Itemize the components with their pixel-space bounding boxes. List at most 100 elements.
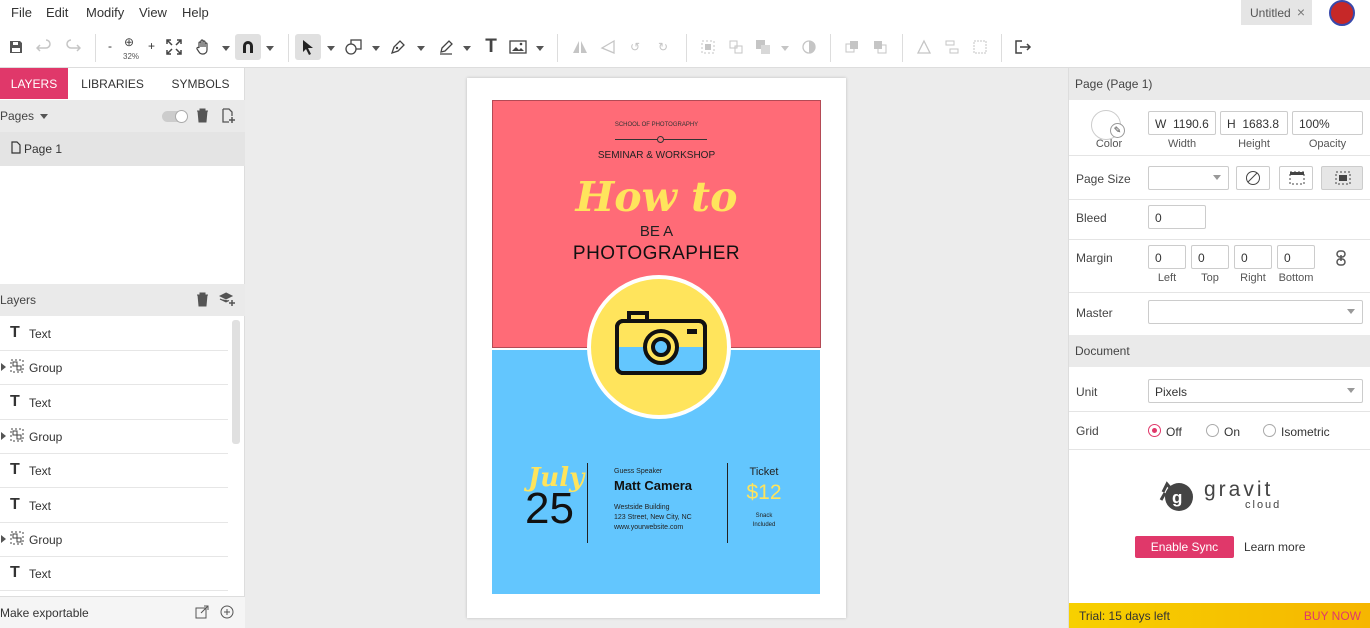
export-settings-icon[interactable] <box>195 605 209 622</box>
ungroup-icon[interactable] <box>726 37 746 57</box>
pages-toggle[interactable] <box>162 110 188 123</box>
poster-speaker-text[interactable]: Matt Camera <box>614 478 692 493</box>
page-item[interactable]: Page 1 <box>0 132 245 166</box>
make-exportable-label[interactable]: Make exportable <box>0 606 89 620</box>
poster-seminar-text[interactable]: SEMINAR & WORKSHOP <box>493 150 820 161</box>
margin-bottom-field[interactable]: 0 <box>1277 245 1315 269</box>
margin-left-field[interactable]: 0 <box>1148 245 1186 269</box>
close-tab-icon[interactable]: × <box>1297 4 1305 20</box>
poster-venue-text[interactable]: Westside Building <box>614 504 670 511</box>
pointer-tool-icon[interactable] <box>295 34 321 60</box>
width-field[interactable]: W 1190.6 <box>1148 111 1216 135</box>
menu-view[interactable]: View <box>139 5 167 20</box>
add-layer-icon[interactable] <box>218 292 235 310</box>
page-size-select[interactable] <box>1148 166 1229 190</box>
chevron-down-icon[interactable] <box>463 46 471 51</box>
add-export-icon[interactable] <box>220 605 234 622</box>
layer-row[interactable]: T Text <box>0 385 228 420</box>
export-icon[interactable] <box>1013 37 1033 57</box>
chevron-down-icon[interactable] <box>536 46 544 51</box>
layer-row[interactable]: T Text <box>0 557 228 592</box>
trash-icon[interactable] <box>196 292 209 310</box>
chevron-down-icon[interactable] <box>417 46 425 51</box>
zoom-icon[interactable]: ⊕ <box>124 35 140 49</box>
artboard-page[interactable]: SCHOOL OF PHOTOGRAPHY SEMINAR & WORKSHOP… <box>467 78 846 618</box>
fit-screen-icon[interactable] <box>164 37 184 57</box>
chevron-down-icon[interactable] <box>372 46 380 51</box>
layers-scrollbar[interactable] <box>232 320 240 444</box>
pen-tool-icon[interactable] <box>388 37 408 57</box>
chevron-down-icon[interactable] <box>781 46 789 51</box>
poster-website-text[interactable]: www.yourwebsite.com <box>614 524 683 531</box>
layer-row[interactable]: T Text <box>0 488 228 523</box>
poster-bea-text[interactable]: BE A <box>493 223 820 240</box>
shape-tool-icon[interactable] <box>344 37 364 57</box>
hand-tool-icon[interactable] <box>193 37 213 57</box>
chevron-down-icon[interactable] <box>327 46 335 51</box>
poster-ticket-label[interactable]: Ticket <box>732 466 796 478</box>
chevron-down-icon[interactable] <box>40 114 48 119</box>
chevron-down-icon[interactable] <box>266 46 274 51</box>
menu-edit[interactable]: Edit <box>46 5 68 20</box>
redo-icon[interactable] <box>63 37 83 57</box>
canvas[interactable]: SCHOOL OF PHOTOGRAPHY SEMINAR & WORKSHOP… <box>245 68 1068 628</box>
snap-magnet-icon[interactable] <box>235 34 261 60</box>
add-page-icon[interactable] <box>221 108 235 126</box>
poster-snack-text[interactable]: Snack <box>732 513 796 519</box>
menu-modify[interactable]: Modify <box>86 5 124 20</box>
margin-right-field[interactable]: 0 <box>1234 245 1272 269</box>
enable-sync-button[interactable]: Enable Sync <box>1135 536 1234 558</box>
grid-off-radio[interactable] <box>1148 424 1161 437</box>
layer-row[interactable]: T Text <box>0 454 228 489</box>
chevron-down-icon[interactable] <box>222 46 230 51</box>
landscape-button[interactable] <box>1321 166 1363 190</box>
orientation-button[interactable] <box>1236 166 1270 190</box>
poster-day-text[interactable]: 25 <box>525 484 574 534</box>
poster-photographer-text[interactable]: PHOTOGRAPHER <box>493 243 820 265</box>
tab-libraries[interactable]: LIBRARIES <box>75 68 150 99</box>
align-icon[interactable] <box>942 37 962 57</box>
mask-icon[interactable] <box>799 37 819 57</box>
layer-row[interactable]: Group <box>0 351 228 386</box>
image-tool-icon[interactable] <box>508 37 528 57</box>
master-select[interactable] <box>1148 300 1363 324</box>
expand-arrow-icon[interactable] <box>1 363 6 372</box>
undo-icon[interactable] <box>34 37 54 57</box>
poster-howto-text[interactable]: How to <box>493 173 820 221</box>
tab-symbols[interactable]: SYMBOLS <box>163 68 238 99</box>
layer-row[interactable]: Group <box>0 419 228 454</box>
poster-price-text[interactable]: $12 <box>732 481 796 505</box>
group-icon[interactable] <box>698 37 718 57</box>
rotate-right-icon[interactable]: ↻ <box>653 37 673 57</box>
save-icon[interactable] <box>6 37 26 57</box>
pencil-tool-icon[interactable] <box>436 37 456 57</box>
expand-arrow-icon[interactable] <box>1 534 6 543</box>
duplicate-icon[interactable] <box>842 37 862 57</box>
arrange-icon[interactable] <box>753 37 773 57</box>
poster-included-text[interactable]: Included <box>732 522 796 528</box>
rotate-left-icon[interactable]: ↺ <box>625 37 645 57</box>
grid-isometric-radio[interactable] <box>1263 424 1276 437</box>
unit-select[interactable]: Pixels <box>1148 379 1363 403</box>
layer-row[interactable]: T Text <box>0 317 228 351</box>
poster-school-text[interactable]: SCHOOL OF PHOTOGRAPHY <box>493 122 820 128</box>
menu-help[interactable]: Help <box>182 5 209 20</box>
opacity-field[interactable]: 100% <box>1292 111 1363 135</box>
tab-layers[interactable]: LAYERS <box>0 68 68 99</box>
trash-icon[interactable] <box>196 108 209 126</box>
learn-more-link[interactable]: Learn more <box>1244 540 1305 554</box>
boolean-icon[interactable] <box>870 37 890 57</box>
text-tool-icon[interactable]: T <box>481 36 501 57</box>
flip-vertical-icon[interactable] <box>598 37 618 57</box>
path-icon[interactable] <box>914 37 934 57</box>
link-margins-icon[interactable] <box>1336 250 1346 269</box>
bleed-field[interactable]: 0 <box>1148 205 1206 229</box>
poster-guest-label[interactable]: Guess Speaker <box>614 468 662 475</box>
poster-street-text[interactable]: 123 Street, New City, NC <box>614 514 692 521</box>
margin-top-field[interactable]: 0 <box>1191 245 1229 269</box>
height-field[interactable]: H 1683.8 <box>1220 111 1288 135</box>
grid-on-radio[interactable] <box>1206 424 1219 437</box>
zoom-out-button[interactable]: - <box>108 39 112 53</box>
document-tab[interactable]: Untitled × <box>1241 0 1312 25</box>
poster-camera-circle[interactable] <box>587 275 731 419</box>
